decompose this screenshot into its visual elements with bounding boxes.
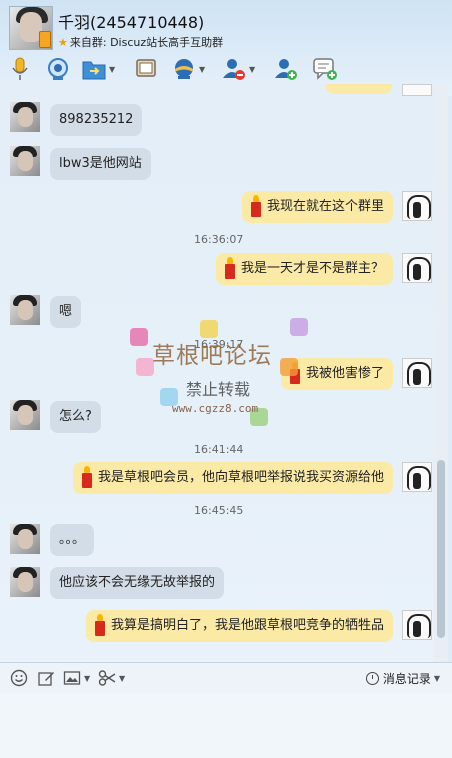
image-icon [63, 671, 81, 685]
self-avatar-small[interactable] [402, 462, 432, 492]
message-bubble-incoming[interactable]: 。。。 [50, 524, 95, 556]
star-icon: ★ [58, 36, 68, 49]
group-message-button[interactable] [312, 56, 338, 82]
avatar-sketch [413, 369, 421, 385]
video-icon [48, 58, 68, 80]
pencil-icon [38, 672, 54, 686]
contact-avatar-small[interactable] [10, 400, 40, 430]
self-avatar-small[interactable] [402, 610, 432, 640]
candle-icon [94, 613, 105, 636]
avatar-sketch [413, 621, 421, 637]
file-transfer-icon [82, 61, 106, 80]
contact-avatar-small[interactable] [10, 567, 40, 597]
chat-header: 千羽(2454710448) ★ 来自群: Discuz站长高手互助群 ▼ ▼ … [0, 0, 452, 96]
contact-avatar-small[interactable] [10, 524, 40, 554]
message-text: 我现在就在这个群里 [266, 199, 384, 214]
candle-icon [250, 194, 261, 217]
message-bubble-incoming[interactable]: lbw3是他网站 [50, 148, 151, 180]
message-text: 我算是搞明白了，我是他跟草根吧竞争的牺牲品 [110, 618, 384, 633]
avatar-face [18, 572, 33, 592]
self-avatar-small[interactable] [402, 191, 432, 221]
image-button[interactable]: ▼ [63, 669, 90, 687]
mobile-online-icon [39, 31, 51, 48]
message-text: 我是一天才是不是群主？ [240, 261, 384, 276]
chevron-down-icon[interactable]: ▼ [84, 674, 90, 683]
input-toolbar: ▼ ▼ 消息记录 ▼ [0, 662, 452, 693]
add-friend-button[interactable] [274, 56, 298, 82]
self-avatar-small[interactable] [402, 253, 432, 283]
clock-icon [365, 672, 379, 685]
font-style-button[interactable] [37, 669, 55, 687]
message-timestamp: 16:45:45 [194, 504, 244, 517]
chevron-down-icon[interactable]: ▼ [434, 674, 440, 683]
emoji-button[interactable] [10, 669, 28, 687]
message-bubble-incoming[interactable]: 怎么? [50, 401, 101, 433]
candle-icon [81, 465, 92, 488]
message-bubble-outgoing[interactable]: 我现在就在这个群里 [241, 191, 393, 223]
watermark: 草根吧论坛 禁止转载 www.cgzz8.com [130, 318, 320, 438]
avatar-face [18, 151, 33, 171]
message-history-button[interactable]: 消息记录 ▼ [365, 670, 440, 687]
avatar-sketch [413, 264, 421, 280]
avatar-face [18, 300, 33, 320]
remote-desktop-icon [136, 59, 156, 77]
source-group: ★ 来自群: Discuz站长高手互助群 [58, 34, 223, 50]
app-button[interactable]: ▼ [172, 56, 205, 82]
message-bubble-incoming[interactable]: 898235212 [50, 104, 143, 136]
avatar-sketch [413, 202, 421, 218]
watermark-tile [130, 328, 148, 346]
screenshot-button[interactable]: ▼ [98, 669, 125, 687]
avatar-face [18, 405, 33, 425]
emoji-icon [10, 669, 28, 687]
top-toolbar: ▼ ▼ ▼ [0, 56, 452, 86]
candle-icon [224, 256, 235, 279]
source-text: 来自群: Discuz站长高手互助群 [69, 36, 224, 49]
avatar-face [18, 107, 33, 127]
block-user-icon [223, 59, 245, 80]
scissors-icon [98, 670, 116, 686]
message-bubble-outgoing[interactable]: 我是草根吧会员，他向草根吧举报说我买资源给他 [72, 462, 393, 494]
contact-avatar-small[interactable] [10, 295, 40, 325]
self-avatar[interactable] [402, 84, 432, 96]
message-timestamp: 16:41:44 [194, 443, 244, 456]
chevron-down-icon[interactable]: ▼ [109, 65, 115, 74]
contact-avatar-small[interactable] [10, 146, 40, 176]
watermark-url: www.cgzz8.com [172, 402, 259, 415]
avatar-sketch [413, 473, 421, 489]
microphone-icon [12, 57, 28, 80]
message-bubble-outgoing[interactable]: 我算是搞明白了，我是他跟草根吧竞争的牺牲品 [85, 610, 393, 642]
message-timestamp: 16:36:07 [194, 233, 244, 246]
app-icon [175, 59, 193, 79]
contact-avatar[interactable] [9, 6, 53, 50]
message-bubble-incoming[interactable]: 他应该不会无缘无故举报的 [50, 567, 225, 599]
watermark-subtitle: 禁止转载 [186, 380, 251, 399]
message-history-label: 消息记录 [382, 672, 431, 686]
watermark-title: 草根吧论坛 [152, 343, 272, 369]
partial-message-bubble [326, 84, 392, 94]
message-text: 我是草根吧会员，他向草根吧举报说我买资源给他 [97, 470, 384, 485]
message-bubble-outgoing[interactable]: 我是一天才是不是群主？ [215, 253, 393, 285]
watermark-tile [280, 358, 298, 376]
remote-desktop-button[interactable] [135, 56, 157, 82]
message-bubble-incoming[interactable]: 嗯 [50, 296, 82, 328]
avatar-face [18, 529, 33, 549]
scrollbar-thumb[interactable] [437, 460, 445, 638]
contact-name[interactable]: 千羽(2454710448) [58, 9, 204, 33]
add-friend-icon [275, 59, 297, 80]
self-avatar-small[interactable] [402, 358, 432, 388]
video-button[interactable] [46, 56, 70, 82]
chat-window: 千羽(2454710448) ★ 来自群: Discuz站长高手互助群 ▼ ▼ … [0, 0, 452, 758]
file-transfer-button[interactable]: ▼ [82, 56, 115, 82]
message-input[interactable] [0, 693, 452, 758]
microphone-button[interactable] [10, 56, 30, 82]
contact-avatar-small[interactable] [10, 102, 40, 132]
group-message-icon [313, 58, 337, 80]
block-user-button[interactable]: ▼ [222, 56, 255, 82]
chevron-down-icon[interactable]: ▼ [199, 65, 205, 74]
chevron-down-icon[interactable]: ▼ [249, 65, 255, 74]
message-scrollbar[interactable] [434, 84, 448, 662]
chevron-down-icon[interactable]: ▼ [119, 674, 125, 683]
watermark-tile [290, 318, 308, 336]
